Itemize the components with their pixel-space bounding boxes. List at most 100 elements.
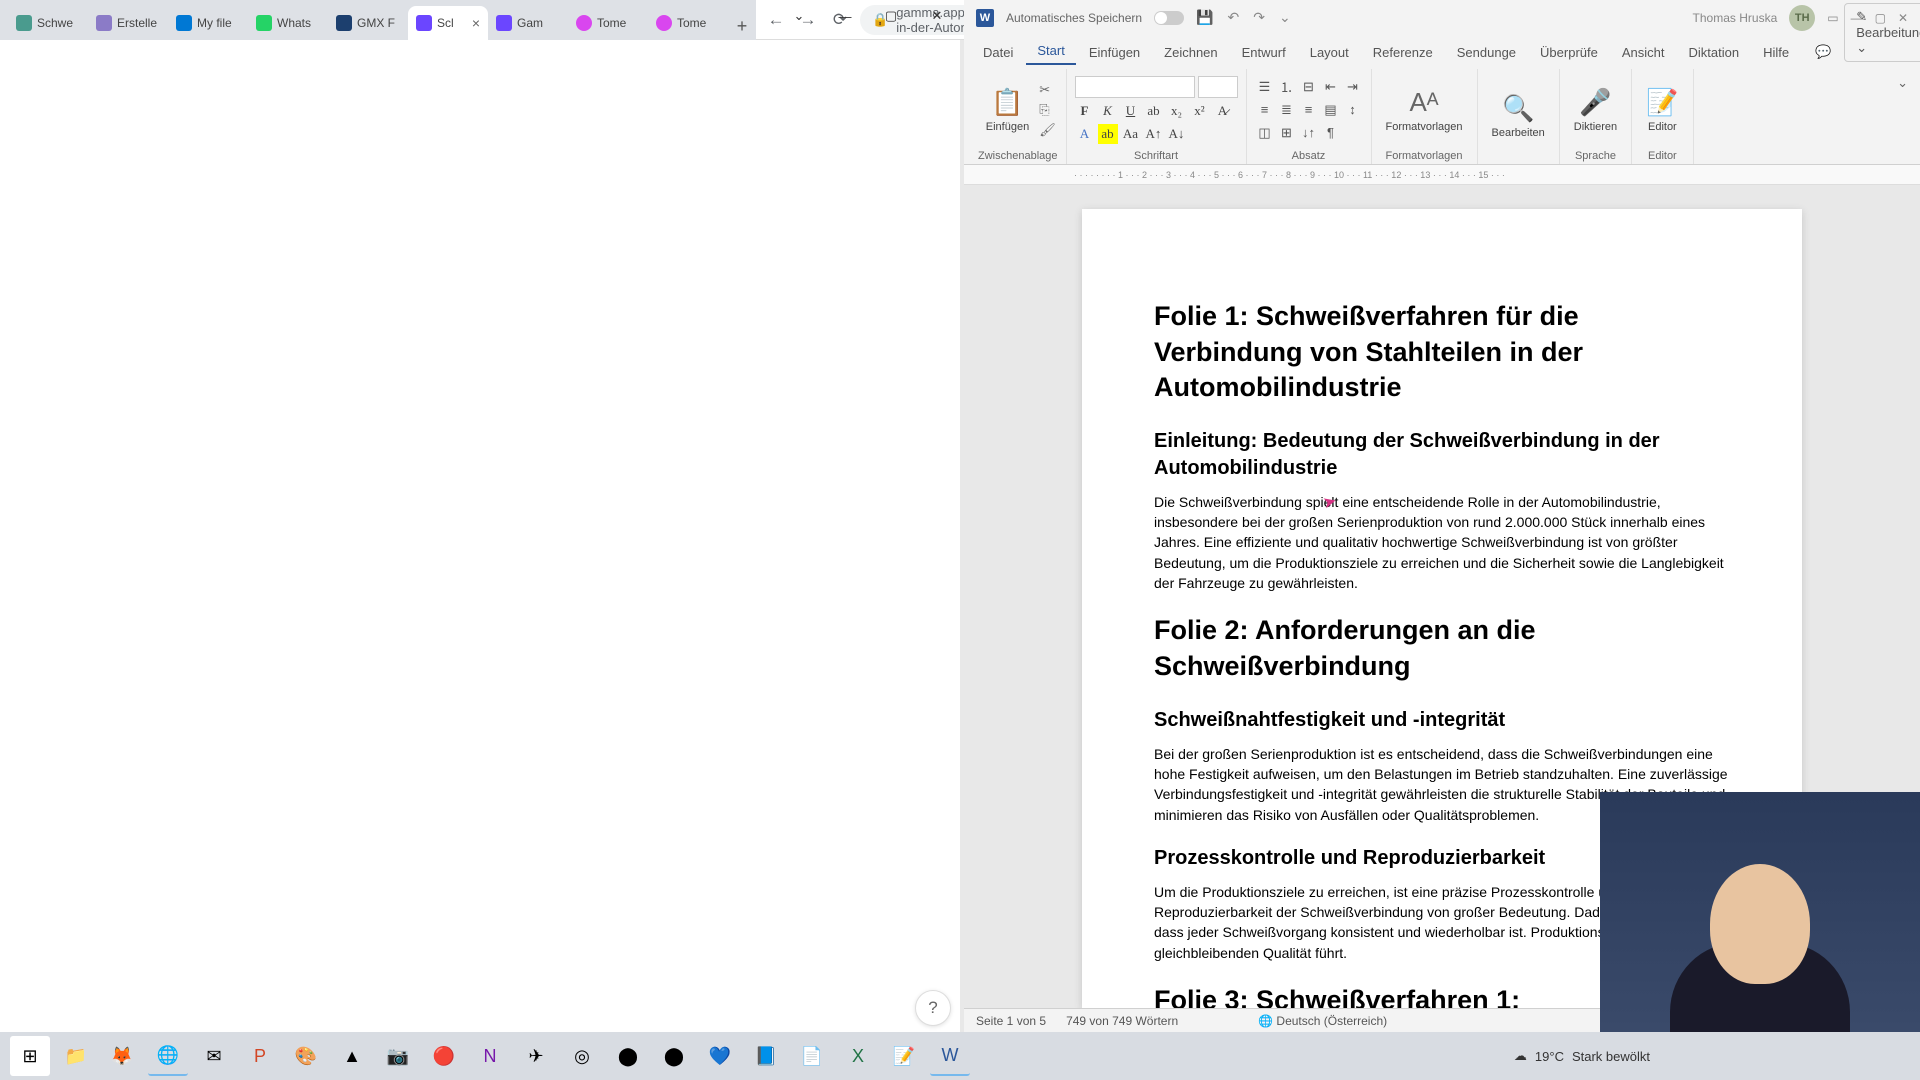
bold-button[interactable]: F [1075, 101, 1095, 121]
taskbar-app[interactable]: 📄 [792, 1036, 832, 1076]
taskbar-app[interactable]: ⬤ [654, 1036, 694, 1076]
taskbar-notepad[interactable]: 📝 [884, 1036, 924, 1076]
chrome-tab[interactable]: Erstelle [88, 6, 168, 40]
align-center-button[interactable]: ≣ [1277, 100, 1297, 120]
chrome-tab[interactable]: Schwe [8, 6, 88, 40]
close-icon[interactable]: ✕ [914, 0, 960, 32]
page-indicator[interactable]: Seite 1 von 5 [976, 1014, 1046, 1028]
tab-ansicht[interactable]: Ansicht [1611, 40, 1676, 65]
word-count[interactable]: 749 von 749 Wörtern [1066, 1014, 1178, 1028]
chrome-tab[interactable]: Whats [248, 6, 328, 40]
indent-inc-button[interactable]: ⇥ [1343, 77, 1363, 97]
taskbar-explorer[interactable]: 📁 [56, 1036, 96, 1076]
font-color-button[interactable]: A [1075, 124, 1095, 144]
tab-diktation[interactable]: Diktation [1677, 40, 1750, 65]
help-button[interactable]: ? [915, 990, 951, 1026]
taskbar-outlook[interactable]: ✉ [194, 1036, 234, 1076]
paste-button[interactable]: 📋Einfügen [980, 85, 1035, 135]
taskbar-app[interactable]: 🎨 [286, 1036, 326, 1076]
clear-format-button[interactable]: A̷ [1213, 101, 1233, 121]
comments-button[interactable]: 💬 [1804, 39, 1842, 65]
edit-mode-button[interactable]: ✎ Bearbeitung ⌄ [1844, 3, 1920, 62]
line-spacing-button[interactable]: ↕ [1343, 100, 1363, 120]
subscript-button[interactable]: x₂ [1167, 101, 1187, 121]
tab-zeichnen[interactable]: Zeichnen [1153, 40, 1228, 65]
sort-button[interactable]: ↓↑ [1299, 123, 1319, 143]
maximize-icon[interactable]: ▢ [868, 0, 914, 32]
font-family-input[interactable] [1075, 76, 1195, 98]
italic-button[interactable]: K [1098, 101, 1118, 121]
tab-einfuegen[interactable]: Einfügen [1078, 40, 1151, 65]
shrink-font-button[interactable]: A↓ [1167, 124, 1187, 144]
ribbon-mode-icon[interactable]: ▭ [1827, 11, 1838, 25]
tab-hilfe[interactable]: Hilfe [1752, 40, 1800, 65]
doc-heading2[interactable]: Schweißnahtfestigkeit und -integrität [1154, 707, 1730, 734]
align-right-button[interactable]: ≡ [1299, 100, 1319, 120]
collapse-ribbon-icon[interactable]: ⌄ [1891, 69, 1914, 164]
user-avatar[interactable]: TH [1789, 5, 1815, 31]
taskbar-obs[interactable]: ⬤ [608, 1036, 648, 1076]
dictate-button[interactable]: 🎤Diktieren [1568, 85, 1623, 135]
tab-sendungen[interactable]: Sendunge [1446, 40, 1527, 65]
chrome-tab[interactable]: Gam [488, 6, 568, 40]
chrome-tab[interactable]: Tome [568, 6, 648, 40]
tab-layout[interactable]: Layout [1299, 40, 1360, 65]
doc-paragraph[interactable]: Die Schweißverbindung spielt eine entsch… [1154, 492, 1730, 593]
shading-button[interactable]: ◫ [1255, 123, 1275, 143]
bullets-button[interactable]: ☰ [1255, 77, 1275, 97]
copy-icon[interactable]: ⎘ [1039, 102, 1056, 118]
new-tab-button[interactable]: + [728, 12, 756, 40]
taskbar-firefox[interactable]: 🦊 [102, 1036, 142, 1076]
taskbar-app[interactable]: 💙 [700, 1036, 740, 1076]
taskbar-powerpoint[interactable]: P [240, 1036, 280, 1076]
undo-icon[interactable]: ↶ [1228, 9, 1240, 26]
cut-icon[interactable]: ✂ [1039, 82, 1056, 98]
minimize-icon[interactable]: — [822, 0, 868, 32]
grow-font-button[interactable]: A↑ [1144, 124, 1164, 144]
underline-button[interactable]: U [1121, 101, 1141, 121]
superscript-button[interactable]: x² [1190, 101, 1210, 121]
taskbar-app[interactable]: 🔴 [424, 1036, 464, 1076]
ruler[interactable]: · · · · · · · · 1 · · · 2 · · · 3 · · · … [964, 165, 1920, 185]
autosave-toggle[interactable] [1154, 11, 1184, 25]
taskbar-app[interactable]: 📷 [378, 1036, 418, 1076]
font-size-input[interactable] [1198, 76, 1238, 98]
format-painter-icon[interactable]: 🖌 [1039, 122, 1056, 138]
chrome-tab-active[interactable]: Scl× [408, 6, 488, 40]
chevron-down-icon[interactable]: ⌄ [776, 0, 822, 32]
save-icon[interactable]: 💾 [1196, 9, 1213, 26]
highlight-button[interactable]: ab [1098, 124, 1118, 144]
tab-datei[interactable]: Datei [972, 40, 1024, 65]
tab-referenzen[interactable]: Referenze [1362, 40, 1444, 65]
chrome-tab[interactable]: My file [168, 6, 248, 40]
multilevel-button[interactable]: ⊟ [1299, 77, 1319, 97]
numbering-button[interactable]: ⒈ [1277, 77, 1297, 97]
doc-heading2[interactable]: Einleitung: Bedeutung der Schweißverbind… [1154, 428, 1730, 482]
taskbar-telegram[interactable]: ✈ [516, 1036, 556, 1076]
doc-heading1[interactable]: Folie 2: Anforderungen an die Schweißver… [1154, 613, 1730, 684]
align-left-button[interactable]: ≡ [1255, 100, 1275, 120]
taskbar-app[interactable]: ◎ [562, 1036, 602, 1076]
taskbar-app[interactable]: 📘 [746, 1036, 786, 1076]
chevron-down-icon[interactable]: ⌄ [1279, 9, 1291, 26]
taskbar-chrome[interactable]: 🌐 [148, 1036, 188, 1076]
strikethrough-button[interactable]: ab [1144, 101, 1164, 121]
tab-entwurf[interactable]: Entwurf [1231, 40, 1297, 65]
indent-dec-button[interactable]: ⇤ [1321, 77, 1341, 97]
chrome-tab[interactable]: Tome [648, 6, 728, 40]
taskbar-onenote[interactable]: N [470, 1036, 510, 1076]
borders-button[interactable]: ⊞ [1277, 123, 1297, 143]
find-button[interactable]: 🔍Bearbeiten [1486, 91, 1551, 141]
chrome-tab[interactable]: GMX F [328, 6, 408, 40]
start-button[interactable]: ⊞ [10, 1036, 50, 1076]
weather-widget[interactable]: ☁ 19°C Stark bewölkt [1514, 1048, 1650, 1064]
taskbar-word[interactable]: W [930, 1036, 970, 1076]
styles-button[interactable]: AᴬFormatvorlagen [1380, 85, 1469, 135]
taskbar-vlc[interactable]: ▲ [332, 1036, 372, 1076]
tab-start[interactable]: Start [1026, 38, 1075, 65]
justify-button[interactable]: ▤ [1321, 100, 1341, 120]
close-icon[interactable]: × [472, 15, 480, 31]
language-indicator[interactable]: Deutsch (Österreich) [1276, 1014, 1387, 1028]
editor-button[interactable]: 📝Editor [1640, 85, 1684, 135]
doc-heading1[interactable]: Folie 1: Schweißverfahren für die Verbin… [1154, 299, 1730, 406]
